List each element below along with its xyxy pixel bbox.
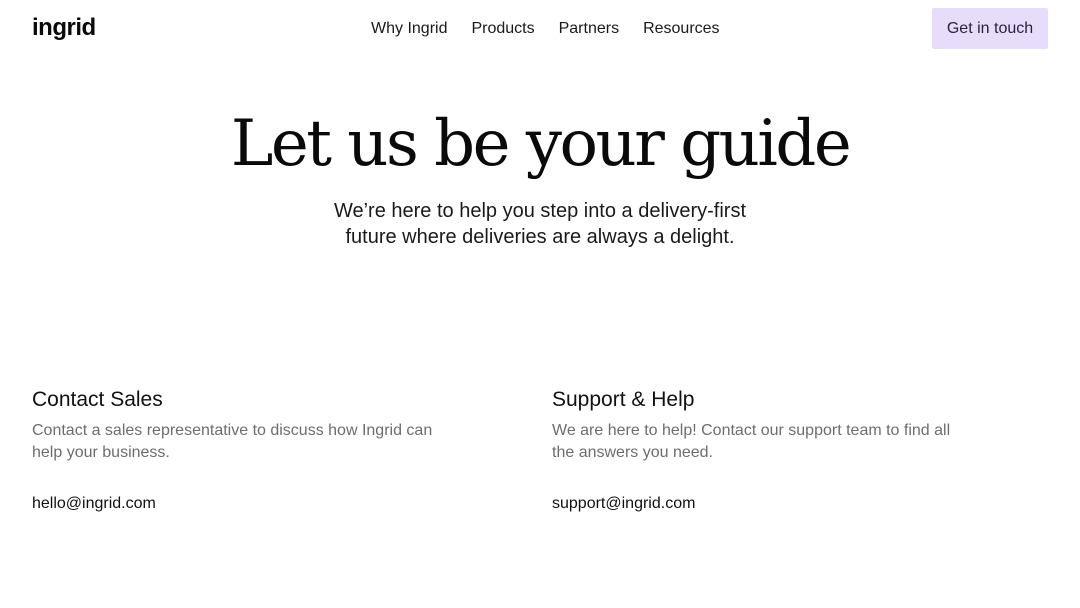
nav-products[interactable]: Products [471,18,534,40]
nav-resources[interactable]: Resources [643,18,719,40]
sales-email-link[interactable]: hello@ingrid.com [32,493,156,515]
support-help-card: Support & Help We are here to help! Cont… [552,386,992,512]
hero-subtitle: We’re here to help you step into a deliv… [333,200,747,248]
site-header: ingrid Why Ingrid Products Partners Reso… [0,0,1080,58]
contact-sales-description: Contact a sales representative to discus… [32,422,433,461]
nav-partners[interactable]: Partners [559,18,619,40]
support-email-link[interactable]: support@ingrid.com [552,493,695,515]
main-nav: Why Ingrid Products Partners Resources [371,18,720,40]
ingrid-logo[interactable]: ingrid [32,13,96,43]
nav-why-ingrid[interactable]: Why Ingrid [371,18,447,40]
hero-title: Let us be your guide [230,107,852,181]
support-help-heading: Support & Help [552,388,695,411]
support-help-description: We are here to help! Contact our support… [552,422,951,461]
contact-sales-card: Contact Sales Contact a sales representa… [32,386,472,512]
get-in-touch-button[interactable]: Get in touch [932,8,1048,49]
contact-sales-heading: Contact Sales [32,388,163,411]
